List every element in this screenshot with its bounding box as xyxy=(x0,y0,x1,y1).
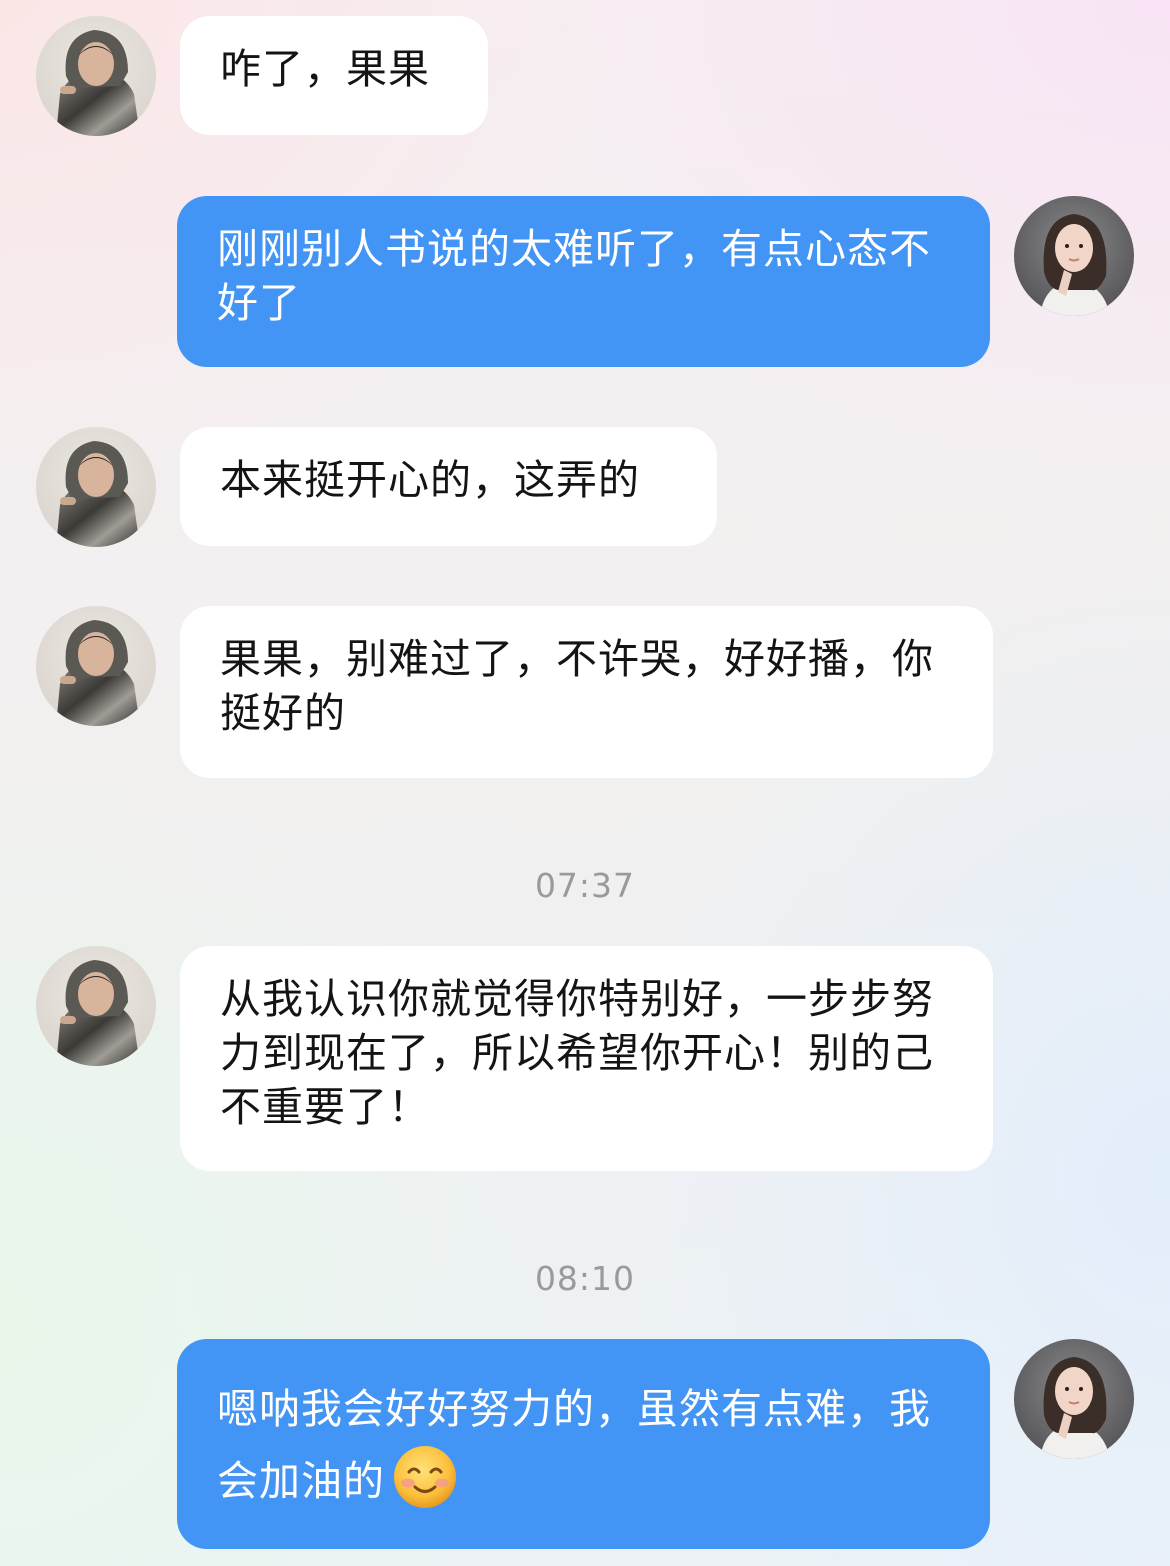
message-text: 嗯呐我会好好努力的，虽然有点难，我会加油的 xyxy=(217,1385,931,1505)
message-bubble[interactable]: 嗯呐我会好好努力的，虽然有点难，我会加油的 xyxy=(177,1339,990,1549)
message-bubble[interactable]: 本来挺开心的，这弄的 xyxy=(180,427,717,546)
message-text: 果果，别难过了，不许哭，好好播，你挺好的 xyxy=(220,635,934,737)
contact-avatar[interactable] xyxy=(36,606,156,726)
message-text: 本来挺开心的，这弄的 xyxy=(220,456,640,504)
timestamp: 07:37 xyxy=(534,866,636,905)
message-bubble[interactable]: 刚刚别人书说的太难听了，有点心态不好了 xyxy=(177,196,990,367)
contact-avatar[interactable] xyxy=(36,946,156,1066)
contact-avatar[interactable] xyxy=(36,427,156,547)
message-text: 从我认识你就觉得你特别好，一步步努力到现在了，所以希望你开心！别的己不重要了！ xyxy=(220,975,934,1131)
message-bubble[interactable]: 咋了，果果 xyxy=(180,16,488,135)
user-avatar[interactable] xyxy=(1014,196,1134,316)
smiling-face-with-blush-icon xyxy=(391,1443,459,1511)
user-avatar[interactable] xyxy=(1014,1339,1134,1459)
contact-avatar[interactable] xyxy=(36,16,156,136)
message-bubble[interactable]: 从我认识你就觉得你特别好，一步步努力到现在了，所以希望你开心！别的己不重要了！ xyxy=(180,946,993,1171)
message-text: 刚刚别人书说的太难听了，有点心态不好了 xyxy=(217,225,931,327)
timestamp: 08:10 xyxy=(534,1259,636,1298)
message-text: 咋了，果果 xyxy=(220,45,430,93)
message-bubble[interactable]: 果果，别难过了，不许哭，好好播，你挺好的 xyxy=(180,606,993,778)
